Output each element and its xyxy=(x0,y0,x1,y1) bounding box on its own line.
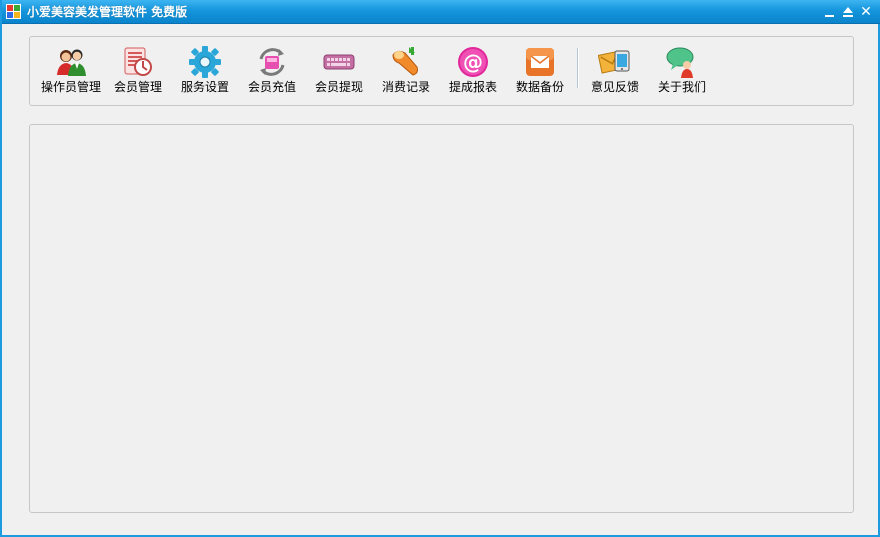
at-sign-icon: @ xyxy=(456,45,490,79)
toolbar-button-members[interactable]: 会员管理 xyxy=(110,37,166,105)
toolbar-button-service-settings[interactable]: 服务设置 xyxy=(177,37,233,105)
record-icon xyxy=(389,45,423,79)
toolbar-button-withdraw[interactable]: 会员提现 xyxy=(311,37,367,105)
main-window: 小爱美容美发管理软件 免费版 ✕ 操作员管理 会员管理 服务设置 会员充值 会员… xyxy=(0,0,880,537)
toolbar-label: 消费记录 xyxy=(381,80,430,94)
member-card-icon xyxy=(121,45,155,79)
main-content-panel xyxy=(29,124,854,513)
about-chat-icon xyxy=(665,45,699,79)
toolbar-button-commission-report[interactable]: @ 提成报表 xyxy=(445,37,501,105)
maximize-button[interactable] xyxy=(840,4,856,20)
toolbar-button-data-backup[interactable]: 数据备份 xyxy=(512,37,568,105)
operators-icon xyxy=(54,45,88,79)
mail-icon xyxy=(523,45,557,79)
toolbar-button-operators[interactable]: 操作员管理 xyxy=(40,37,102,105)
maximize-icon xyxy=(843,7,853,13)
toolbar-label: 操作员管理 xyxy=(40,80,101,94)
toolbar-button-feedback[interactable]: 意见反馈 xyxy=(587,37,643,105)
close-button[interactable]: ✕ xyxy=(858,4,874,20)
toolbar-label: 意见反馈 xyxy=(590,80,639,94)
toolbar-label: 数据备份 xyxy=(515,80,564,94)
toolbar-button-about-us[interactable]: 关于我们 xyxy=(654,37,710,105)
minimize-button[interactable] xyxy=(822,4,838,20)
toolbar-button-consumption-records[interactable]: 消费记录 xyxy=(378,37,434,105)
toolbar-label: 提成报表 xyxy=(448,80,497,94)
minimize-icon xyxy=(825,15,834,17)
svg-text:@: @ xyxy=(463,50,483,74)
toolbar-label: 服务设置 xyxy=(180,80,229,94)
toolbar-label: 会员提现 xyxy=(314,80,363,94)
toolbar-separator xyxy=(577,48,579,88)
toolbar-button-recharge[interactable]: 会员充值 xyxy=(244,37,300,105)
recharge-icon xyxy=(255,45,289,79)
toolbar-label: 关于我们 xyxy=(657,80,706,94)
app-logo-icon xyxy=(6,4,21,19)
toolbar-label: 会员管理 xyxy=(113,80,162,94)
title-bar[interactable]: 小爱美容美发管理软件 免费版 ✕ xyxy=(2,0,880,24)
window-title: 小爱美容美发管理软件 免费版 xyxy=(27,5,188,19)
main-toolbar: 操作员管理 会员管理 服务设置 会员充值 会员提现 消费记录 @ 提成报表 数据… xyxy=(29,36,854,106)
gear-icon xyxy=(188,45,222,79)
toolbar-label: 会员充值 xyxy=(247,80,296,94)
feedback-icon xyxy=(597,45,632,79)
keyboard-icon xyxy=(322,45,356,79)
